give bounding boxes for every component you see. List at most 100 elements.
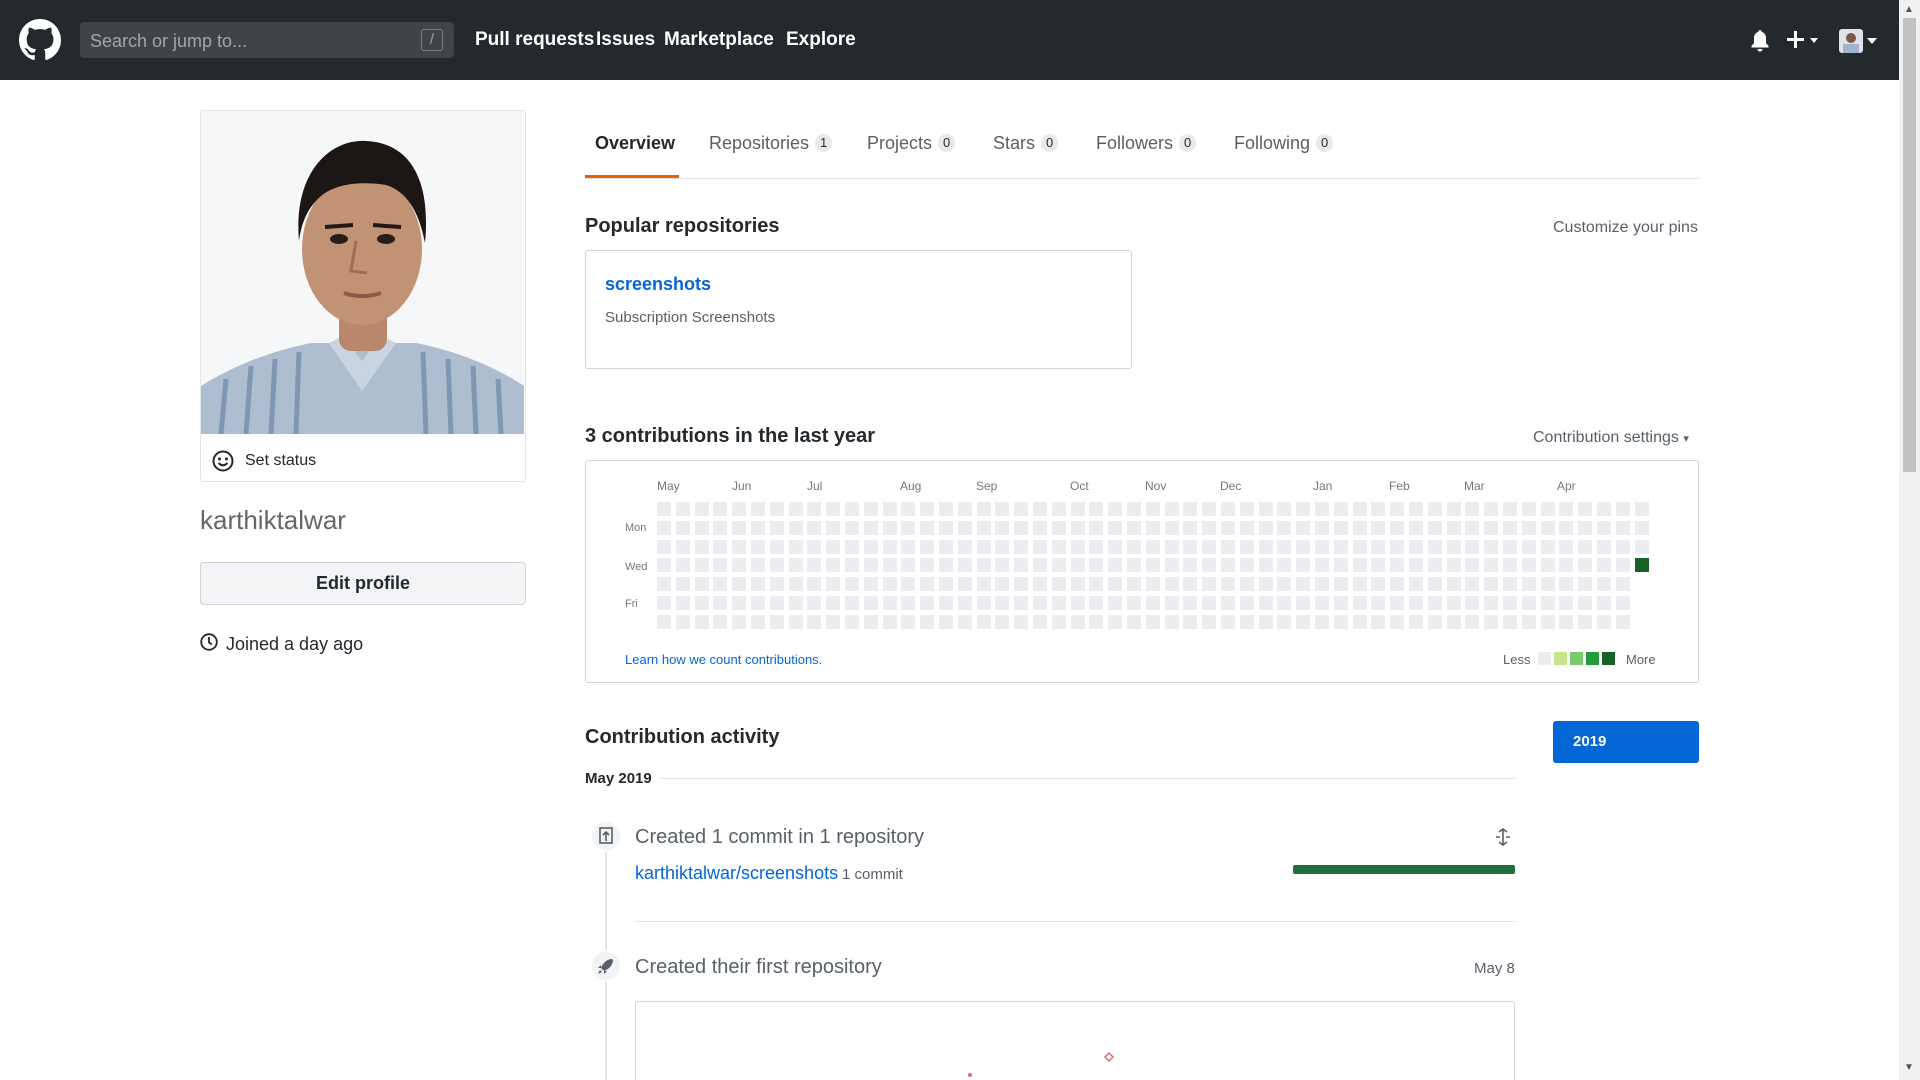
contribution-day[interactable] [995, 502, 1009, 516]
contribution-day[interactable] [1522, 521, 1536, 535]
contribution-day[interactable] [695, 540, 709, 554]
contribution-day[interactable] [883, 502, 897, 516]
contribution-day[interactable] [1014, 596, 1028, 610]
contribution-day[interactable] [1240, 558, 1254, 572]
contribution-day[interactable] [1484, 615, 1498, 629]
contribution-day[interactable] [845, 577, 859, 591]
contribution-day[interactable] [1052, 521, 1066, 535]
contribution-day[interactable] [732, 558, 746, 572]
contribution-day[interactable] [1465, 615, 1479, 629]
contribution-day[interactable] [1428, 502, 1442, 516]
profile-photo[interactable] [201, 111, 524, 434]
contribution-day[interactable] [1071, 577, 1085, 591]
contribution-day[interactable] [1616, 577, 1630, 591]
contribution-day[interactable] [1014, 615, 1028, 629]
contribution-day[interactable] [1146, 577, 1160, 591]
contribution-day[interactable] [1616, 596, 1630, 610]
contribution-day[interactable] [657, 502, 671, 516]
scroll-up-arrow-icon[interactable]: ▲ [1904, 4, 1914, 15]
contribution-day[interactable] [1221, 596, 1235, 610]
contribution-day[interactable] [1240, 502, 1254, 516]
contribution-day[interactable] [1390, 558, 1404, 572]
contribution-day[interactable] [1127, 577, 1141, 591]
contribution-day[interactable] [1165, 558, 1179, 572]
tab-projects[interactable]: Projects 0 [867, 133, 956, 154]
contribution-day[interactable] [807, 540, 821, 554]
contribution-day[interactable] [901, 596, 915, 610]
contribution-day[interactable] [977, 502, 991, 516]
contribution-day[interactable] [1259, 596, 1273, 610]
contribution-day[interactable] [920, 577, 934, 591]
contribution-day[interactable] [770, 558, 784, 572]
contribution-day[interactable] [1296, 502, 1310, 516]
contribution-day[interactable] [939, 596, 953, 610]
contribution-day[interactable] [883, 577, 897, 591]
contribution-day[interactable] [864, 502, 878, 516]
contribution-day[interactable] [920, 521, 934, 535]
contribution-day[interactable] [1409, 596, 1423, 610]
contribution-day[interactable] [1202, 577, 1216, 591]
contribution-day[interactable] [826, 521, 840, 535]
contribution-day[interactable] [864, 577, 878, 591]
contribution-day[interactable] [1315, 521, 1329, 535]
contribution-day[interactable] [1465, 521, 1479, 535]
contribution-day[interactable] [1089, 596, 1103, 610]
contribution-day[interactable] [1089, 615, 1103, 629]
contribution-day[interactable] [1484, 577, 1498, 591]
contribution-day[interactable] [1277, 596, 1291, 610]
contribution-day[interactable] [1127, 596, 1141, 610]
contribution-day[interactable] [958, 540, 972, 554]
contribution-day[interactable] [807, 577, 821, 591]
contribution-day[interactable] [1353, 596, 1367, 610]
contribution-day[interactable] [977, 577, 991, 591]
contribution-day[interactable] [826, 577, 840, 591]
contribution-day[interactable] [770, 521, 784, 535]
contribution-day[interactable] [901, 577, 915, 591]
contribution-day[interactable] [1146, 540, 1160, 554]
contribution-day[interactable] [713, 502, 727, 516]
contribution-day[interactable] [1541, 521, 1555, 535]
contribution-day[interactable] [1014, 540, 1028, 554]
contribution-day[interactable] [1503, 502, 1517, 516]
contribution-day[interactable] [883, 540, 897, 554]
contribution-day[interactable] [1428, 521, 1442, 535]
contribution-day[interactable] [1127, 615, 1141, 629]
scrollbar-thumb[interactable] [1903, 18, 1916, 472]
contribution-day[interactable] [1202, 521, 1216, 535]
contribution-day[interactable] [1390, 615, 1404, 629]
contribution-day[interactable] [1183, 615, 1197, 629]
contribution-day[interactable] [995, 521, 1009, 535]
contribution-day[interactable] [807, 558, 821, 572]
contribution-day[interactable] [1428, 558, 1442, 572]
contribution-day[interactable] [1541, 596, 1555, 610]
contribution-day[interactable] [1390, 502, 1404, 516]
contribution-day[interactable] [1635, 558, 1649, 572]
contribution-day[interactable] [901, 558, 915, 572]
tab-following[interactable]: Following 0 [1234, 133, 1334, 154]
contribution-day[interactable] [939, 540, 953, 554]
contribution-day[interactable] [864, 521, 878, 535]
contribution-day[interactable] [883, 615, 897, 629]
contribution-day[interactable] [751, 615, 765, 629]
contribution-day[interactable] [1559, 558, 1573, 572]
contribution-day[interactable] [1353, 540, 1367, 554]
contribution-day[interactable] [1597, 615, 1611, 629]
contribution-day[interactable] [1503, 558, 1517, 572]
contribution-day[interactable] [995, 540, 1009, 554]
contribution-day[interactable] [789, 540, 803, 554]
contribution-day[interactable] [1484, 540, 1498, 554]
contribution-day[interactable] [1277, 502, 1291, 516]
contribution-day[interactable] [1503, 540, 1517, 554]
contribution-day[interactable] [864, 540, 878, 554]
contribution-day[interactable] [1033, 596, 1047, 610]
contribution-day[interactable] [1221, 615, 1235, 629]
contribution-day[interactable] [1071, 615, 1085, 629]
contribution-day[interactable] [1296, 596, 1310, 610]
contribution-day[interactable] [1127, 540, 1141, 554]
contribution-day[interactable] [1447, 502, 1461, 516]
contribution-day[interactable] [751, 521, 765, 535]
contribution-day[interactable] [1052, 577, 1066, 591]
contribution-day[interactable] [1089, 540, 1103, 554]
contribution-day[interactable] [920, 596, 934, 610]
contribution-day[interactable] [751, 558, 765, 572]
